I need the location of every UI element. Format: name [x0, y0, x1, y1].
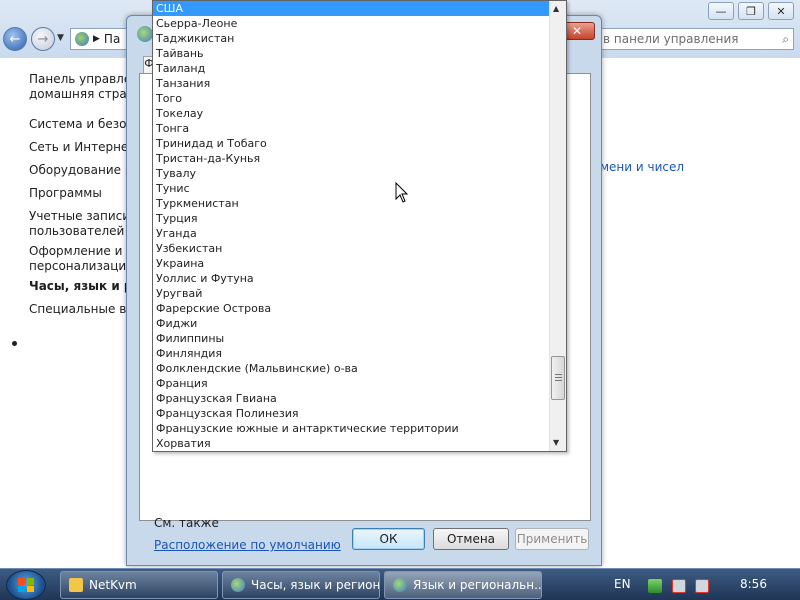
- network-icon[interactable]: [672, 579, 686, 593]
- breadcrumb[interactable]: Па: [104, 32, 120, 46]
- dropdown-option[interactable]: Туркменистан: [153, 196, 551, 211]
- dropdown-option[interactable]: Сьерра-Леоне: [153, 16, 551, 31]
- control-panel-icon: [75, 32, 89, 46]
- history-dropdown-icon[interactable]: ▼: [57, 33, 64, 43]
- region-formats-link[interactable]: мени и чисел: [600, 160, 684, 174]
- windows-logo-icon: [18, 578, 34, 592]
- language-indicator[interactable]: EN: [614, 577, 631, 591]
- dropdown-option[interactable]: Тринидад и Тобаго: [153, 136, 551, 151]
- control-panel-icon: [231, 578, 245, 592]
- search-icon[interactable]: ⌕: [782, 32, 789, 47]
- dropdown-option[interactable]: Франция: [153, 376, 551, 391]
- sidebar-item-user-accounts[interactable]: Учетные записи: [29, 209, 130, 224]
- start-button[interactable]: [6, 570, 46, 600]
- dropdown-option[interactable]: Фолклендские (Мальвинские) о-ва: [153, 361, 551, 376]
- back-arrow-icon: ←: [9, 31, 21, 47]
- close-icon: ✕: [571, 24, 583, 38]
- dropdown-option[interactable]: Танзания: [153, 76, 551, 91]
- dropdown-option[interactable]: Узбекистан: [153, 241, 551, 256]
- sidebar-item-programs[interactable]: Программы: [29, 186, 102, 201]
- dropdown-option[interactable]: Уганда: [153, 226, 551, 241]
- sidebar: Панель управлен домашняя страни Система …: [0, 58, 147, 568]
- ok-button[interactable]: ОК: [352, 528, 425, 550]
- scroll-up-icon[interactable]: ▲: [553, 4, 559, 13]
- control-panel-icon: [393, 578, 407, 592]
- forward-arrow-icon: →: [37, 31, 49, 47]
- active-bullet-icon: [12, 341, 17, 346]
- dropdown-option[interactable]: Французские южные и антарктические терри…: [153, 421, 551, 436]
- dropdown-option[interactable]: Токелау: [153, 106, 551, 121]
- dropdown-option[interactable]: Тристан-да-Кунья: [153, 151, 551, 166]
- sidebar-item-appearance[interactable]: Оформление и: [29, 244, 122, 259]
- sidebar-item-accessibility[interactable]: Специальные воз: [29, 302, 140, 317]
- dropdown-option[interactable]: Тонга: [153, 121, 551, 136]
- address-bar[interactable]: ▶ Па: [70, 28, 130, 50]
- taskbar-item-label: Язык и региональн...: [413, 578, 542, 592]
- dropdown-options: США Сьерра-Леоне Таджикистан Тайвань Таиланд…: [153, 1, 551, 451]
- apply-button[interactable]: Применить: [515, 528, 589, 550]
- dropdown-option[interactable]: Фарерские Острова: [153, 301, 551, 316]
- dropdown-option[interactable]: Турция: [153, 211, 551, 226]
- mouse-cursor-icon: [395, 182, 409, 203]
- grip-icon: [555, 374, 562, 381]
- dropdown-option[interactable]: Филиппины: [153, 331, 551, 346]
- close-window-button[interactable]: ✕: [768, 2, 794, 20]
- back-button[interactable]: ←: [3, 27, 27, 51]
- dialog-button-row: ОК Отмена Применить: [127, 528, 603, 554]
- dropdown-option[interactable]: Фиджи: [153, 316, 551, 331]
- dropdown-option[interactable]: Тайвань: [153, 46, 551, 61]
- action-center-flag-icon[interactable]: [648, 579, 662, 593]
- dropdown-option[interactable]: Уоллис и Футуна: [153, 271, 551, 286]
- sidebar-item-network[interactable]: Сеть и Интернет: [29, 140, 135, 155]
- scrollbar-thumb[interactable]: [551, 356, 565, 400]
- dialog-globe-icon: [137, 26, 153, 42]
- dropdown-option[interactable]: Финляндия: [153, 346, 551, 361]
- taskbar-item-clock-region[interactable]: Часы, язык и регион: [222, 571, 380, 599]
- minimize-button[interactable]: —: [708, 2, 734, 20]
- taskbar: NetKvm Часы, язык и регион Язык и регион…: [0, 568, 800, 600]
- dropdown-option[interactable]: Хорватия: [153, 436, 551, 451]
- forward-button[interactable]: →: [31, 27, 55, 51]
- dropdown-scrollbar[interactable]: ▲ ▼: [549, 1, 566, 451]
- cancel-button[interactable]: Отмена: [433, 528, 509, 550]
- window-controls: — ❐ ✕: [708, 2, 794, 20]
- dropdown-option[interactable]: Тувалу: [153, 166, 551, 181]
- location-dropdown-list[interactable]: США Сьерра-Леоне Таджикистан Тайвань Таиланд…: [152, 0, 567, 452]
- folder-icon: [69, 578, 83, 592]
- scroll-down-icon[interactable]: ▼: [553, 438, 559, 447]
- dropdown-option[interactable]: США: [153, 1, 551, 16]
- sidebar-item-user-accounts-2[interactable]: пользователей: [29, 224, 124, 239]
- dropdown-option[interactable]: Таджикистан: [153, 31, 551, 46]
- sidebar-item-system-security[interactable]: Система и безопа: [29, 117, 142, 132]
- dropdown-option[interactable]: Тунис: [153, 181, 551, 196]
- sidebar-item-home[interactable]: Панель управлен: [29, 72, 139, 87]
- dropdown-option[interactable]: Таиланд: [153, 61, 551, 76]
- dropdown-option[interactable]: Французская Гвиана: [153, 391, 551, 406]
- dropdown-option[interactable]: Украина: [153, 256, 551, 271]
- maximize-button[interactable]: ❐: [738, 2, 764, 20]
- clock[interactable]: 8:56: [740, 577, 767, 591]
- breadcrumb-chevron-icon: ▶: [93, 34, 100, 44]
- taskbar-item-label: Часы, язык и регион: [251, 578, 380, 592]
- taskbar-item-netkvm[interactable]: NetKvm: [60, 571, 218, 599]
- taskbar-item-region-language[interactable]: Язык и региональн...: [384, 571, 542, 599]
- search-input[interactable]: в панели управления ⌕: [598, 28, 794, 50]
- taskbar-item-label: NetKvm: [89, 578, 137, 592]
- sidebar-item-appearance-2[interactable]: персонализация: [29, 259, 133, 274]
- dropdown-option[interactable]: Уругвай: [153, 286, 551, 301]
- dropdown-option[interactable]: Того: [153, 91, 551, 106]
- search-placeholder: в панели управления: [603, 32, 739, 46]
- dropdown-option[interactable]: Французская Полинезия: [153, 406, 551, 421]
- volume-muted-icon[interactable]: [695, 579, 709, 593]
